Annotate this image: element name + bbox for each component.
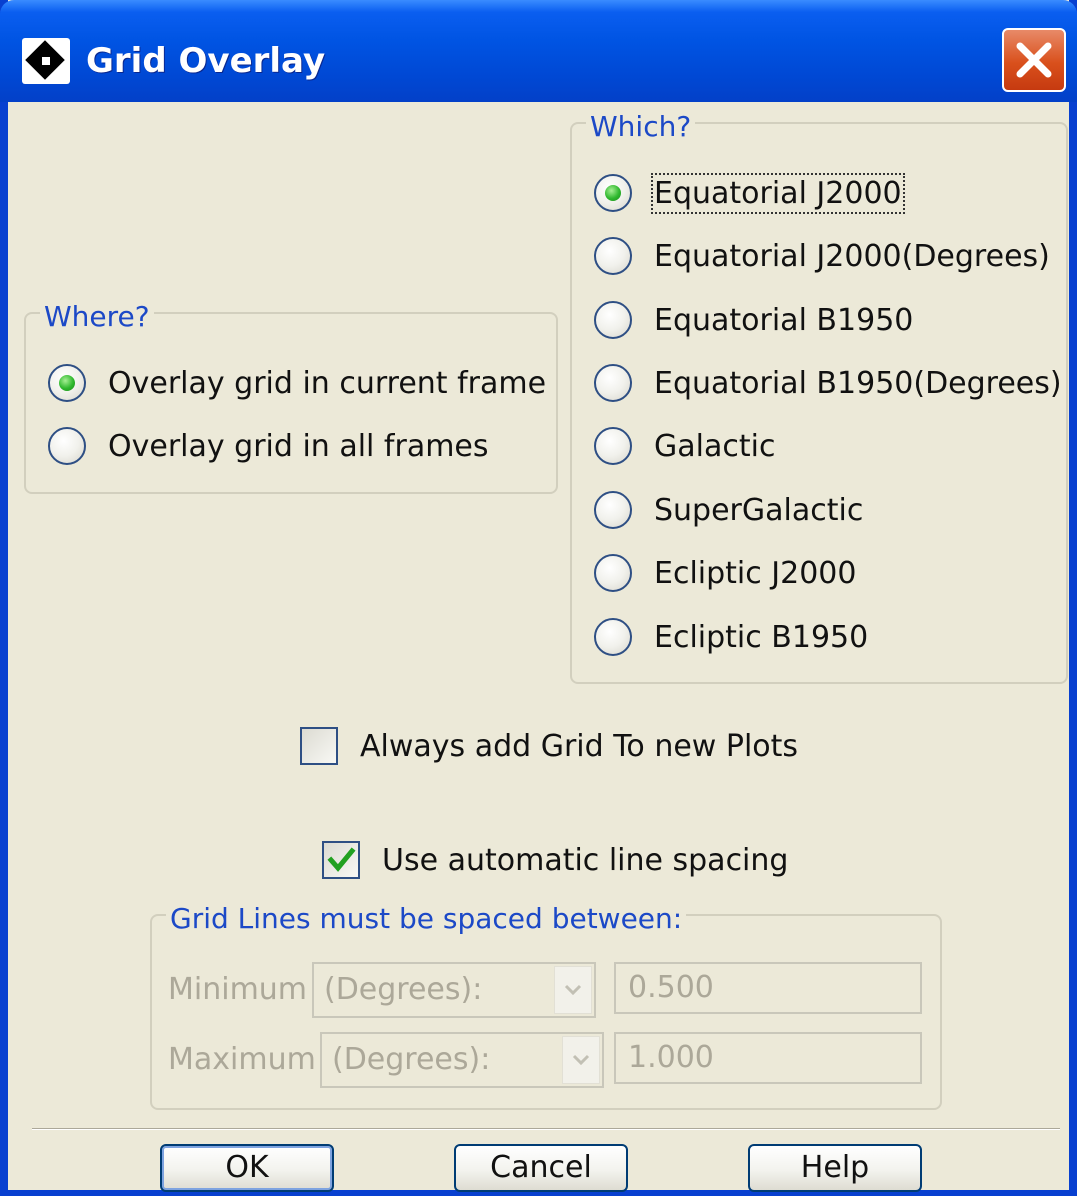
- checkbox-checked[interactable]: [322, 841, 360, 879]
- which-option-equatorial-j2000-degrees[interactable]: Equatorial J2000(Degrees): [594, 231, 1050, 281]
- divider: [32, 1128, 1060, 1130]
- spacing-group-title: Grid Lines must be spaced between:: [166, 902, 687, 936]
- where-option-all-frames[interactable]: Overlay grid in all frames: [48, 421, 489, 471]
- where-option-current-frame[interactable]: Overlay grid in current frame: [48, 358, 546, 408]
- minimum-unit-select[interactable]: (Degrees):: [312, 962, 596, 1018]
- which-option-label: Equatorial J2000(Degrees): [654, 238, 1050, 274]
- always-add-grid-checkbox[interactable]: Always add Grid To new Plots: [300, 721, 798, 771]
- window-title: Grid Overlay: [86, 41, 326, 81]
- radio-unselected[interactable]: [594, 491, 632, 529]
- radio-unselected[interactable]: [594, 364, 632, 402]
- which-group-title: Which?: [586, 110, 696, 144]
- maximum-unit-value: (Degrees):: [332, 1042, 491, 1077]
- close-button[interactable]: [1002, 28, 1066, 92]
- which-option-label: Ecliptic B1950: [654, 619, 869, 655]
- where-option-label: Overlay grid in all frames: [108, 428, 489, 464]
- app-diamond-icon: [22, 38, 70, 84]
- minimum-label: Minimum: [168, 972, 308, 1007]
- always-add-grid-label: Always add Grid To new Plots: [360, 728, 799, 764]
- where-group-title: Where?: [40, 300, 154, 334]
- which-option-equatorial-b1950-degrees[interactable]: Equatorial B1950(Degrees): [594, 358, 1062, 408]
- which-option-label: SuperGalactic: [654, 492, 864, 528]
- which-option-label: Galactic: [654, 428, 776, 464]
- which-option-equatorial-b1950[interactable]: Equatorial B1950: [594, 295, 913, 345]
- radio-unselected[interactable]: [594, 301, 632, 339]
- cancel-button[interactable]: Cancel: [454, 1144, 628, 1192]
- auto-line-spacing-checkbox[interactable]: Use automatic line spacing: [322, 835, 788, 885]
- which-option-galactic[interactable]: Galactic: [594, 421, 775, 471]
- maximum-value-field[interactable]: 1.000: [614, 1032, 922, 1084]
- which-option-ecliptic-b1950[interactable]: Ecliptic B1950: [594, 612, 868, 662]
- where-option-label: Overlay grid in current frame: [108, 365, 547, 401]
- radio-unselected[interactable]: [594, 237, 632, 275]
- chevron-down-icon[interactable]: [554, 966, 592, 1014]
- minimum-unit-value: (Degrees):: [324, 972, 483, 1007]
- radio-unselected[interactable]: [594, 618, 632, 656]
- radio-unselected[interactable]: [594, 427, 632, 465]
- radio-unselected[interactable]: [48, 427, 86, 465]
- auto-line-spacing-label: Use automatic line spacing: [382, 842, 789, 878]
- which-option-label: Equatorial B1950: [654, 302, 914, 338]
- help-button[interactable]: Help: [748, 1144, 922, 1192]
- minimum-value-field[interactable]: 0.500: [614, 962, 922, 1014]
- which-option-label: Equatorial B1950(Degrees): [654, 365, 1062, 401]
- which-option-ecliptic-j2000[interactable]: Ecliptic J2000: [594, 548, 857, 598]
- close-icon: [1016, 42, 1052, 78]
- maximum-unit-select[interactable]: (Degrees):: [320, 1032, 604, 1088]
- checkbox-unchecked[interactable]: [300, 727, 338, 765]
- which-option-supergalactic[interactable]: SuperGalactic: [594, 485, 863, 535]
- chevron-down-icon[interactable]: [562, 1036, 600, 1084]
- radio-selected[interactable]: [594, 174, 632, 212]
- ok-button[interactable]: OK: [160, 1144, 334, 1192]
- check-mark-icon: [327, 847, 356, 872]
- maximum-label: Maximum: [168, 1042, 316, 1077]
- which-option-label: Ecliptic J2000: [654, 555, 857, 591]
- which-option-label: Equatorial J2000: [651, 172, 905, 214]
- which-option-equatorial-j2000[interactable]: Equatorial J2000: [594, 168, 905, 218]
- radio-unselected[interactable]: [594, 554, 632, 592]
- title-bar[interactable]: Grid Overlay: [0, 0, 1077, 102]
- radio-selected[interactable]: [48, 364, 86, 402]
